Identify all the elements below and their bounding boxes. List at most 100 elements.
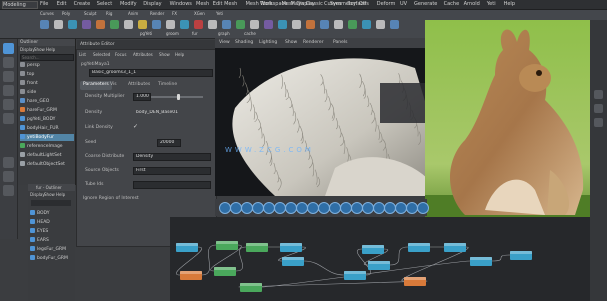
shelf-tool-icon[interactable] [194,20,203,29]
menu-item-modify[interactable]: Modify [120,1,137,7]
source-objects-dropdown[interactable]: First [133,167,211,175]
node-name-field[interactable]: Basic_grooms3_1_1 [89,69,213,77]
outliner-menu-help[interactable]: Help [46,47,55,52]
outliner-item[interactable]: top [20,71,74,78]
shelf-tab-rig[interactable]: Rig [106,11,112,16]
menu-item-edit[interactable]: Edit [57,1,67,7]
viewport-menu-show[interactable]: Show [285,40,297,45]
shelf-tool-icon[interactable] [166,20,175,29]
tool-settings-toggle-icon[interactable] [594,118,603,127]
outliner-item[interactable]: side [20,89,74,96]
ae-menu-show[interactable]: Show [159,52,170,57]
outliner-item[interactable]: yetiBodyFur [20,134,74,141]
menu-item-deform[interactable]: Deform [377,1,396,7]
tab-timeline[interactable]: Timeline [155,81,180,90]
fur-outliner-item[interactable]: legsFur_GRM [30,246,72,253]
select-tool-icon[interactable] [3,43,14,54]
move-tool-icon[interactable] [3,85,14,96]
outliner-search-input[interactable] [20,54,74,61]
lasso-tool-icon[interactable] [3,57,14,68]
shelf-tab-render[interactable]: Render [150,11,164,16]
paint-select-icon[interactable] [3,71,14,82]
shelf-tool-icon[interactable] [334,20,343,29]
tube-ids-field[interactable] [133,181,211,189]
outliner-item[interactable]: defaultLightSet [20,152,74,159]
fur-outliner-item[interactable]: EARS [30,237,72,244]
shelf-tool-icon[interactable] [236,20,245,29]
four-view-icon[interactable] [3,171,14,182]
shelf-tool-icon[interactable] [376,20,385,29]
ae-menu-list[interactable]: List [79,52,86,57]
outliner-menu-show[interactable]: Show [34,47,45,52]
workspace-dropdown[interactable]: Modeling [2,1,38,9]
outliner-item[interactable]: referenceImage [20,143,74,150]
viewport-menu-view[interactable]: View [219,40,230,45]
shelf-tool-icon[interactable] [320,20,329,29]
menu-item-yeti[interactable]: Yeti [487,1,496,7]
viewport-menu-renderer[interactable]: Renderer [303,40,324,45]
fur-outliner-item[interactable]: BODY [30,210,72,217]
ae-menu-selected[interactable]: Selected [93,52,110,57]
layout-icon[interactable] [3,185,14,196]
attribute-editor-toggle-icon[interactable] [594,104,603,113]
tab-attributes[interactable]: Attributes [125,81,153,90]
shelf-tool-icon[interactable] [96,20,105,29]
viewport-3d[interactable]: WWW.ZCG.COM [215,48,427,196]
menu-item-display[interactable]: Display [143,1,161,7]
density-field[interactable]: body_DEN_Base01 [133,109,197,117]
fur-outliner-item[interactable]: HEAD [30,219,72,226]
shelf-tool-icon[interactable] [208,20,217,29]
menu-item-uv[interactable]: UV [400,1,407,7]
shelf-tool-icon[interactable] [138,20,147,29]
menu-item-help[interactable]: Help [504,1,515,7]
outliner-item[interactable]: hareFur_GRM [20,107,74,114]
menu-item-generate[interactable]: Generate [414,1,437,7]
shelf-tool-icon[interactable] [110,20,119,29]
outliner-item[interactable]: pgYeti_BODY [20,116,74,123]
rotate-tool-icon[interactable] [3,99,14,110]
menu-item-windows[interactable]: Windows [170,1,192,7]
shelf-tab-sculpt[interactable]: Sculpt [84,11,97,16]
shelf-tool-icon[interactable] [54,20,63,29]
fur-outliner-item[interactable]: EYES [30,228,72,235]
menu-item-select[interactable]: Select [97,1,112,7]
outliner-item[interactable]: front [20,80,74,87]
shelf-tool-icon[interactable] [306,20,315,29]
fur-menu-display[interactable]: Display [30,192,45,197]
cache-icon[interactable] [417,202,429,214]
coarse-distribute-dropdown[interactable]: Density [133,153,211,161]
outliner-item[interactable]: defaultObjectSet [20,161,74,168]
fur-outliner-item[interactable]: bodyFur_GRM [30,255,72,262]
fur-outliner-search[interactable] [31,200,71,206]
fur-menu-show[interactable]: Show [44,192,55,197]
shelf-tab-curves[interactable]: Curves [40,11,54,16]
shelf-tool-icon[interactable] [264,20,273,29]
node-editor[interactable] [170,217,590,301]
shelf-tab-poly[interactable]: Poly [62,11,70,16]
workspace-label[interactable]: Workspace: Maya Classic [260,1,323,7]
ae-menu-attributes[interactable]: Attributes [133,52,153,57]
fur-menu-help[interactable]: Help [56,192,65,197]
shelf-tool-icon[interactable] [82,20,91,29]
outliner-item[interactable]: hare_GEO [20,98,74,105]
tab-vis[interactable]: Vis [107,81,120,90]
menu-item-arnold[interactable]: Arnold [464,1,480,7]
shelf-tool-icon[interactable] [292,20,301,29]
ae-menu-help[interactable]: Help [175,52,184,57]
shelf-tool-icon[interactable] [222,20,231,29]
outliner-item[interactable]: persp [20,62,74,69]
outliner-menu-display[interactable]: Display [20,47,35,52]
link-density-checkbox[interactable]: ✓ [133,124,138,130]
ignore-region-section[interactable]: Ignore Region of Interest [83,196,139,201]
viewport-menu-panels[interactable]: Panels [333,40,347,45]
shelf-tool-icon[interactable] [390,20,399,29]
menu-item-cache[interactable]: Cache [444,1,460,7]
density-multiplier-slider-knob[interactable] [177,94,180,100]
shelf-tool-icon[interactable] [68,20,77,29]
outliner-item[interactable]: bodyHair_FUR [20,125,74,132]
shelf-tab-xgen[interactable]: XGen [194,11,205,16]
shelf-tool-icon[interactable] [348,20,357,29]
density-multiplier-field[interactable]: 1.000 [133,93,151,101]
shelf-tab-anim[interactable]: Anim [128,11,138,16]
shelf-tool-icon[interactable] [180,20,189,29]
